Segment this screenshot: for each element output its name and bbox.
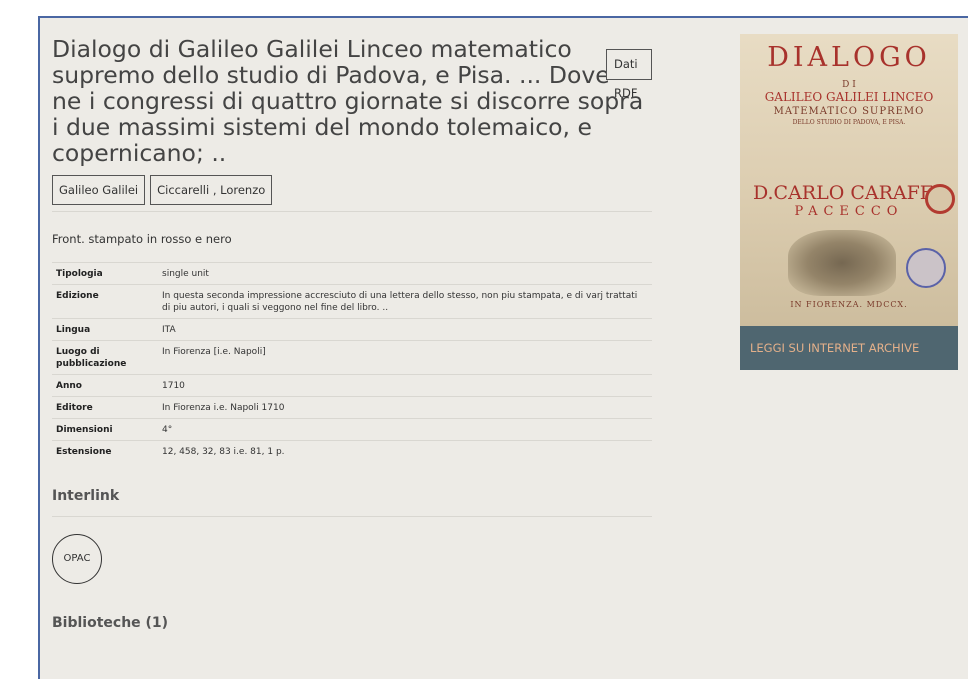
author-button[interactable]: Galileo Galilei xyxy=(52,175,146,205)
field-value: 4° xyxy=(158,418,652,441)
cover-line: MATEMATICO SUPREMO xyxy=(773,106,925,117)
libraries-heading: Biblioteche (1) xyxy=(52,615,169,631)
opac-button[interactable]: OPAC xyxy=(52,534,102,584)
field-label: Luogo di pubblicazione xyxy=(52,340,158,375)
cover-dedicatee-2: PACECCO xyxy=(794,204,904,219)
table-row: Anno 1710 xyxy=(52,374,652,397)
divider xyxy=(52,516,652,517)
table-row: Luogo di pubblicazione In Fiorenza [i.e.… xyxy=(52,340,652,375)
field-label: Tipologia xyxy=(52,262,158,285)
cover-imprint: IN FIORENZA. MDCCX. xyxy=(790,300,908,309)
field-label: Anno xyxy=(52,374,158,397)
rdf-data-button[interactable]: Dati RDF xyxy=(606,49,652,100)
book-cover-image[interactable]: DIALOGO D I GALILEO GALILEI LINCEO MATEM… xyxy=(740,34,958,326)
author-button[interactable]: Ciccarelli , Lorenzo xyxy=(150,175,273,205)
field-label: Editore xyxy=(52,396,158,419)
content-frame: Dialogo di Galileo Galilei Linceo matema… xyxy=(38,16,968,679)
field-value: ITA xyxy=(158,318,652,341)
internet-archive-button[interactable]: LEGGI SU INTERNET ARCHIVE xyxy=(740,326,958,370)
table-row: Dimensioni 4° xyxy=(52,418,652,441)
sidebar: DIALOGO D I GALILEO GALILEI LINCEO MATEM… xyxy=(740,34,958,370)
library-stamp-icon xyxy=(925,184,955,214)
field-label: Edizione xyxy=(52,284,158,319)
record-title: Dialogo di Galileo Galilei Linceo matema… xyxy=(52,35,644,167)
cover-line: D I xyxy=(842,80,856,90)
author-list: Galileo Galilei Ciccarelli , Lorenzo xyxy=(52,175,652,205)
table-row: Estensione 12, 458, 32, 83 i.e. 81, 1 p. xyxy=(52,440,652,462)
library-stamp-icon xyxy=(906,248,946,288)
field-label: Estensione xyxy=(52,440,158,462)
field-value: single unit xyxy=(158,262,652,285)
cover-title: DIALOGO xyxy=(767,42,931,73)
field-value: In Fiorenza i.e. Napoli 1710 xyxy=(158,396,652,419)
cover-line: GALILEO GALILEI LINCEO xyxy=(764,90,934,104)
field-value: 12, 458, 32, 83 i.e. 81, 1 p. xyxy=(158,440,652,462)
cover-ornament xyxy=(788,230,896,296)
field-value: 1710 xyxy=(158,374,652,397)
field-label: Lingua xyxy=(52,318,158,341)
cover-line: DELLO STUDIO DI PADOVA, E PISA. xyxy=(792,119,906,126)
field-value: In Fiorenza [i.e. Napoli] xyxy=(158,340,652,375)
table-row: Lingua ITA xyxy=(52,318,652,341)
table-row: Tipologia single unit xyxy=(52,262,652,285)
table-row: Editore In Fiorenza i.e. Napoli 1710 xyxy=(52,396,652,419)
record-main: Dialogo di Galileo Galilei Linceo matema… xyxy=(52,36,652,631)
record-note: Front. stampato in rosso e nero xyxy=(52,232,232,246)
metadata-table: Tipologia single unit Edizione In questa… xyxy=(52,262,652,462)
field-label: Dimensioni xyxy=(52,418,158,441)
interlink-heading: Interlink xyxy=(52,488,120,504)
table-row: Edizione In questa seconda impressione a… xyxy=(52,284,652,319)
field-value: In questa seconda impressione accresciut… xyxy=(158,284,652,319)
divider xyxy=(52,211,652,212)
